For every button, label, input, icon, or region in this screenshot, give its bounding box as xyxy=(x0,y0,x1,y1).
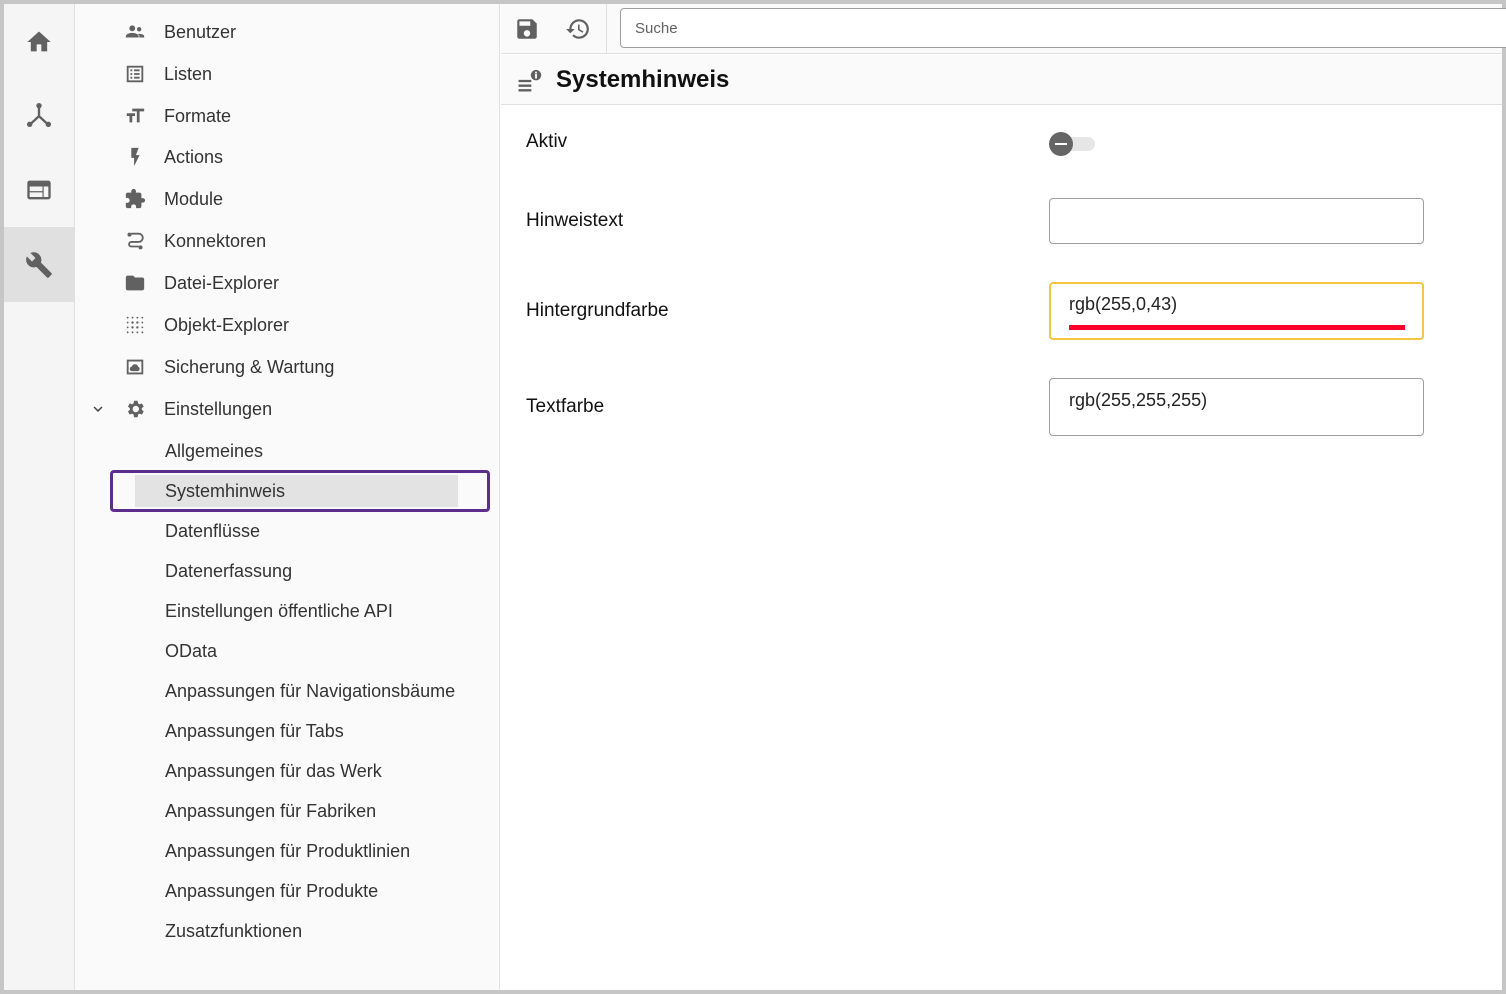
sub-item-odata[interactable]: OData xyxy=(75,631,500,671)
restore-button[interactable] xyxy=(559,10,597,48)
left-rail xyxy=(4,4,75,990)
home-icon xyxy=(27,31,51,51)
sub-item-produkte[interactable]: Anpassungen für Produkte xyxy=(75,871,500,911)
nav-item-objekt-explorer[interactable]: Objekt-Explorer xyxy=(75,305,500,345)
nav-item-formate[interactable]: Formate xyxy=(75,96,500,136)
nav-item-sicherung-wartung[interactable]: Sicherung & Wartung xyxy=(75,347,500,387)
toolbar-divider xyxy=(606,4,607,54)
sub-item-produktlinien[interactable]: Anpassungen für Produktlinien xyxy=(75,831,500,871)
sub-item-label: OData xyxy=(165,640,218,661)
nav-item-label: Datei-Explorer xyxy=(164,272,280,293)
hintergrundfarbe-label: Hintergrundfarbe xyxy=(526,300,669,321)
rail-item-web[interactable] xyxy=(4,152,74,227)
admin-nav-panel: Benutzer Listen Formate Actions Module K… xyxy=(75,4,500,990)
nav-item-label: Benutzer xyxy=(164,21,237,42)
sub-item-oeffentliche-api[interactable]: Einstellungen öffentliche API xyxy=(75,591,500,631)
toolbar xyxy=(501,4,1506,54)
sub-item-tabs[interactable]: Anpassungen für Tabs xyxy=(75,711,500,751)
dots-grid-icon xyxy=(123,313,147,337)
color-preview-swatch xyxy=(1069,325,1405,330)
search-input[interactable] xyxy=(620,8,1506,48)
sub-item-label: Datenflüsse xyxy=(165,520,261,541)
page-title: Systemhinweis xyxy=(556,66,730,93)
sub-item-label: Anpassungen für Navigationsbäume xyxy=(165,680,456,701)
web-icon xyxy=(27,180,51,199)
nav-item-einstellungen[interactable]: Einstellungen xyxy=(75,389,500,429)
rail-item-hierarchy[interactable] xyxy=(4,77,74,152)
nav-item-listen[interactable]: Listen xyxy=(75,54,500,94)
folder-icon xyxy=(123,271,147,295)
nav-item-label: Listen xyxy=(164,63,213,84)
nav-item-label: Sicherung & Wartung xyxy=(164,356,335,377)
sub-item-label: Allgemeines xyxy=(165,440,264,461)
nav-item-konnektoren[interactable]: Konnektoren xyxy=(75,221,500,261)
textfarbe-label: Textfarbe xyxy=(526,396,605,417)
gear-icon xyxy=(123,397,147,421)
text-format-icon xyxy=(123,104,147,128)
toggle-thumb xyxy=(1049,132,1073,156)
sub-item-datenfluesse[interactable]: Datenflüsse xyxy=(75,511,500,551)
sub-item-datenerfassung[interactable]: Datenerfassung xyxy=(75,551,500,591)
bolt-icon xyxy=(123,145,147,169)
aktiv-toggle[interactable] xyxy=(1049,132,1095,156)
wrench-icon xyxy=(26,251,52,278)
nav-item-actions[interactable]: Actions xyxy=(75,137,500,177)
nav-item-label: Formate xyxy=(164,105,232,126)
page-header: Systemhinweis xyxy=(501,55,1502,105)
nav-item-datei-explorer[interactable]: Datei-Explorer xyxy=(75,263,500,303)
sub-item-label: Datenerfassung xyxy=(165,560,293,581)
puzzle-icon xyxy=(123,187,147,211)
textfarbe-field[interactable] xyxy=(1049,378,1424,436)
sub-item-label: Anpassungen für Fabriken xyxy=(165,800,377,821)
sub-item-werk[interactable]: Anpassungen für das Werk xyxy=(75,751,500,791)
sub-item-label: Anpassungen für das Werk xyxy=(165,760,382,781)
users-icon xyxy=(123,20,147,44)
sub-item-fabriken[interactable]: Anpassungen für Fabriken xyxy=(75,791,500,831)
sub-item-label: Anpassungen für Tabs xyxy=(165,720,344,741)
aktiv-label: Aktiv xyxy=(526,131,568,152)
sub-item-systemhinweis[interactable]: Systemhinweis xyxy=(75,471,500,511)
sub-item-label: Anpassungen für Produktlinien xyxy=(165,840,411,861)
save-icon xyxy=(517,19,537,39)
restore-icon xyxy=(566,19,589,39)
hintergrundfarbe-field[interactable] xyxy=(1049,282,1424,340)
sub-item-label: Zusatzfunktionen xyxy=(165,920,303,941)
sub-item-label: Systemhinweis xyxy=(165,480,286,501)
nav-item-module[interactable]: Module xyxy=(75,179,500,219)
rail-item-home[interactable] xyxy=(4,4,74,79)
route-icon xyxy=(123,229,147,253)
hinweistext-label: Hinweistext xyxy=(526,210,624,231)
hierarchy-icon xyxy=(26,102,52,127)
nav-item-label: Einstellungen xyxy=(164,398,273,419)
hinweistext-field[interactable] xyxy=(1049,198,1424,244)
sub-item-label: Anpassungen für Produkte xyxy=(165,880,379,901)
notification-settings-icon xyxy=(515,67,543,95)
backup-icon xyxy=(123,355,147,379)
chevron-down-icon[interactable] xyxy=(89,400,107,418)
nav-item-label: Module xyxy=(164,188,224,209)
list-icon xyxy=(123,62,147,86)
nav-item-label: Konnektoren xyxy=(164,230,267,251)
rail-item-admin[interactable] xyxy=(4,227,74,302)
save-button[interactable] xyxy=(508,10,546,48)
nav-item-label: Objekt-Explorer xyxy=(164,314,290,335)
sub-item-label: Einstellungen öffentliche API xyxy=(165,600,393,621)
nav-item-benutzer[interactable]: Benutzer xyxy=(75,12,500,52)
sub-item-zusatzfunktionen[interactable]: Zusatzfunktionen xyxy=(75,911,500,951)
sub-item-navigationsbaeume[interactable]: Anpassungen für Navigationsbäume xyxy=(75,671,500,711)
sub-item-allgemeines[interactable]: Allgemeines xyxy=(75,431,500,471)
nav-item-label: Actions xyxy=(164,146,224,167)
